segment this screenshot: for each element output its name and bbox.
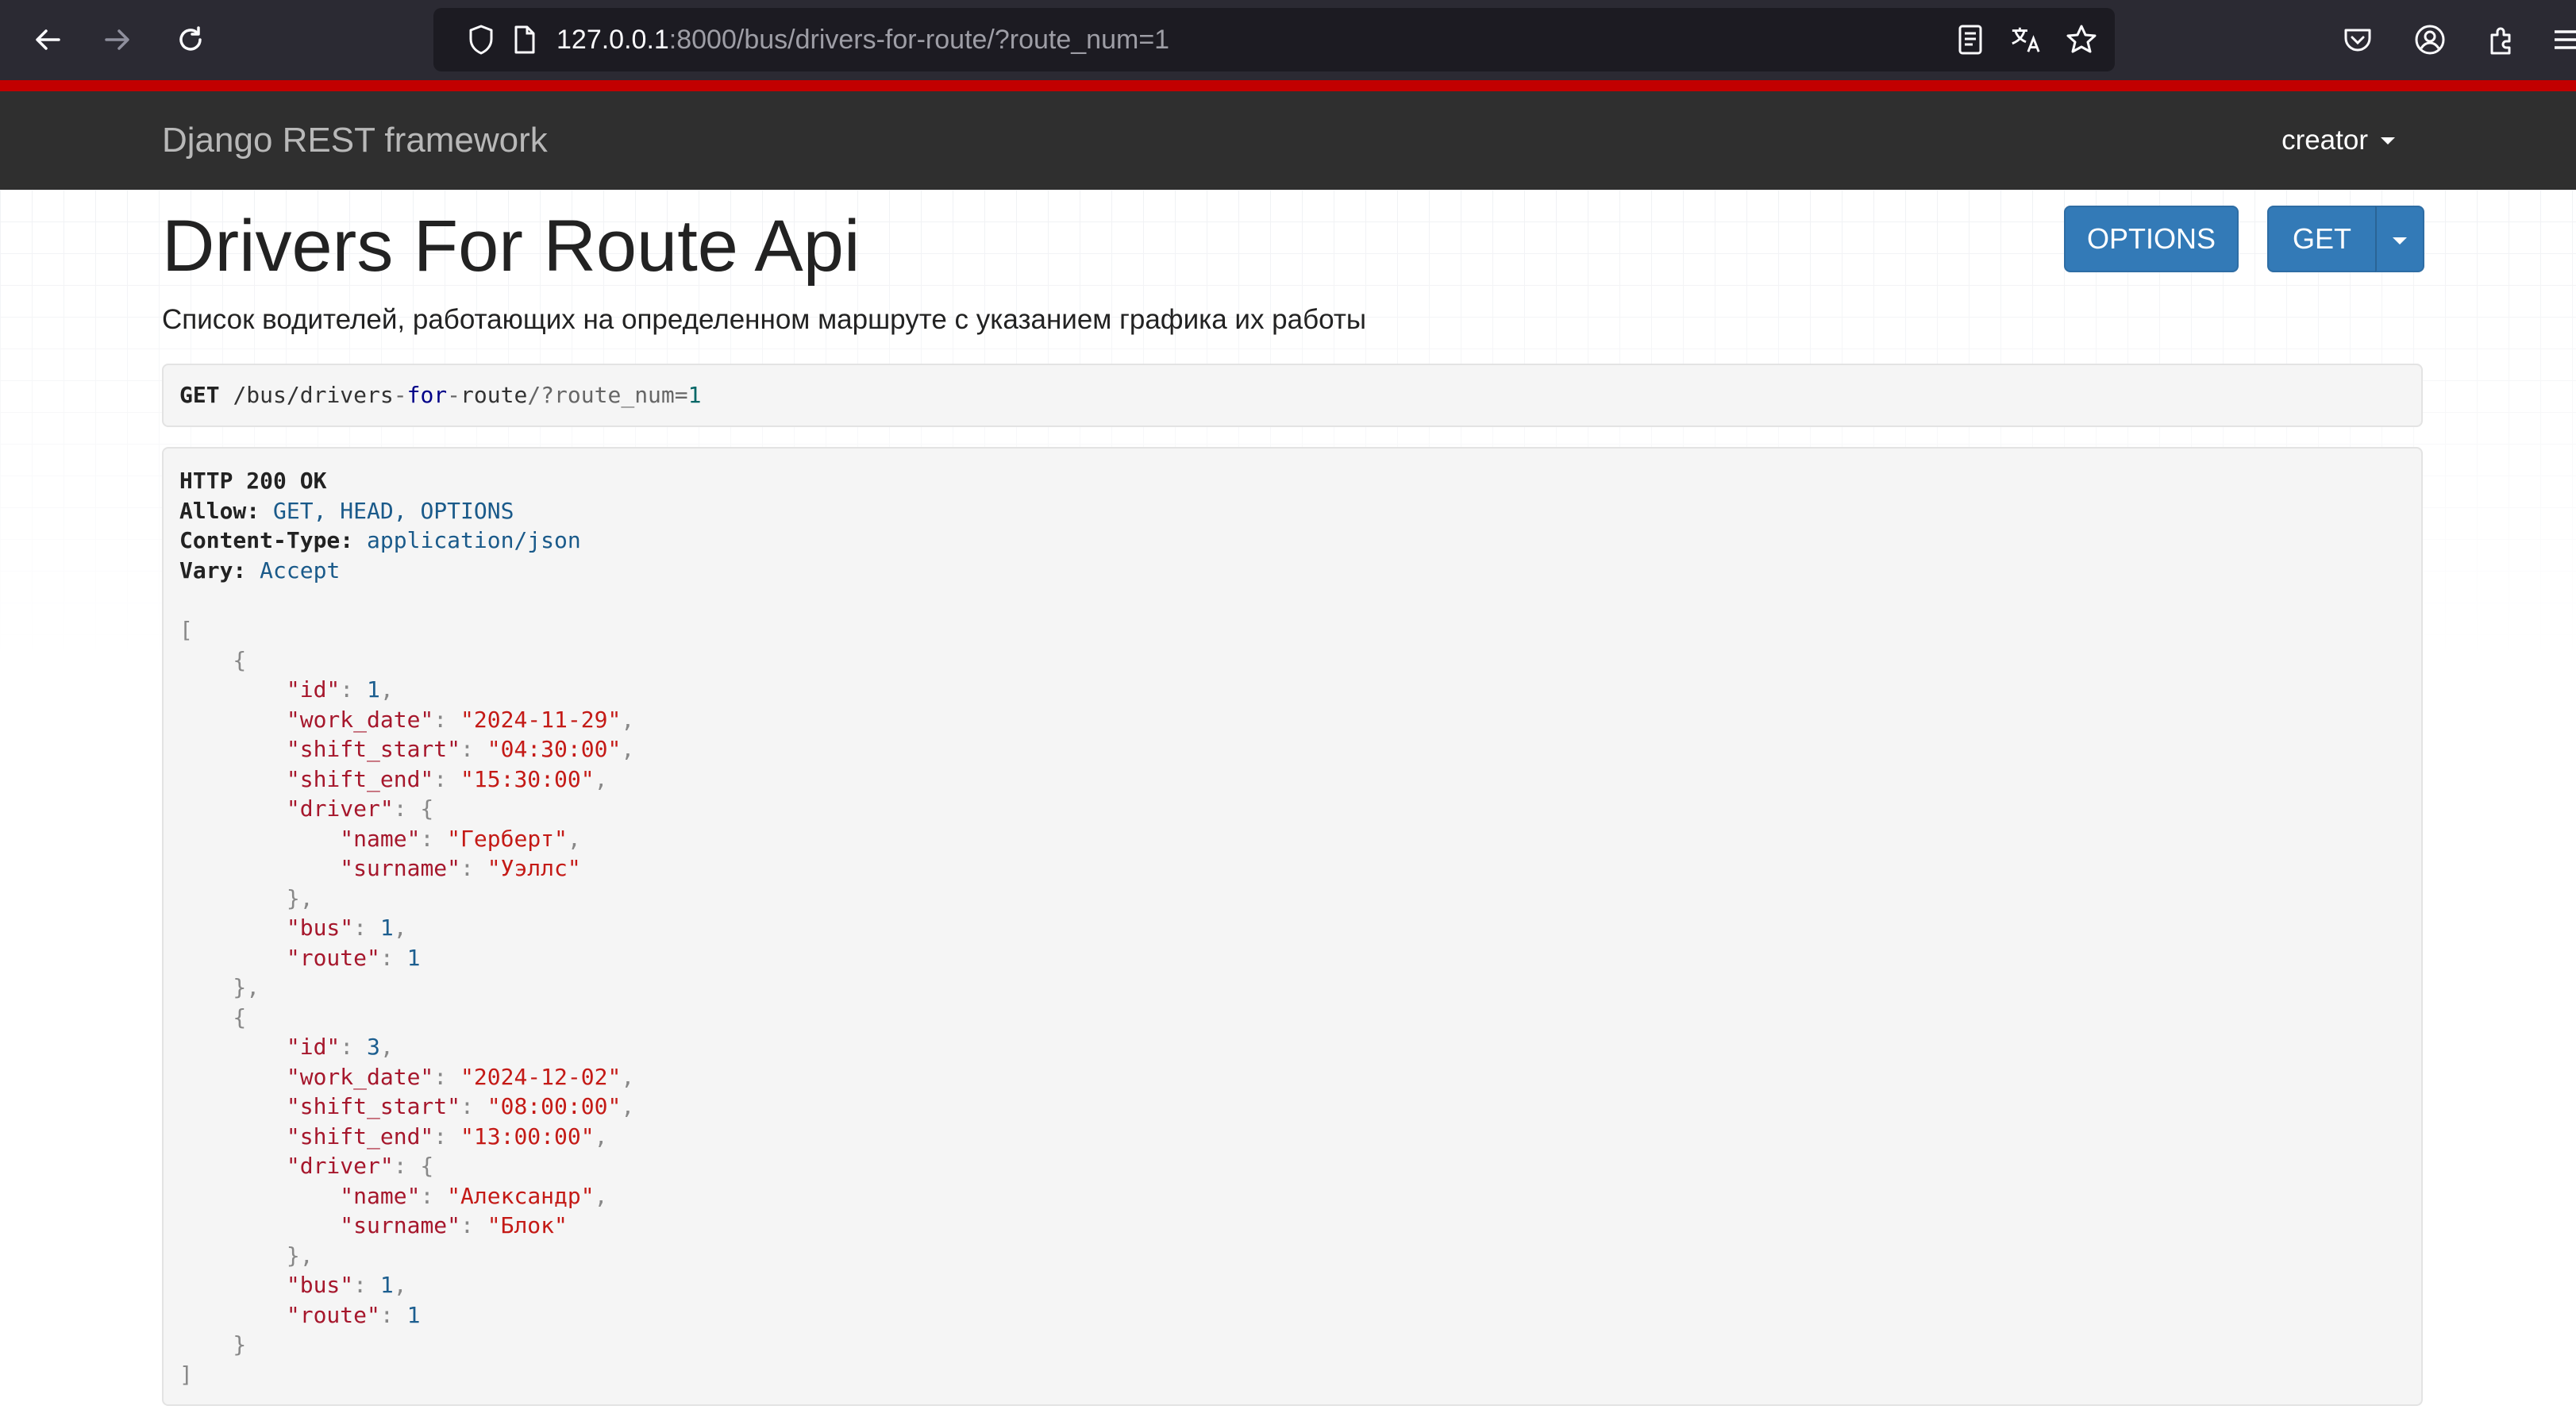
address-bar[interactable]: 127.0.0.1:8000/bus/drivers-for-route/?ro… [433, 8, 2115, 71]
reader-view-icon[interactable] [1954, 24, 1986, 56]
star-icon[interactable] [2066, 24, 2097, 56]
response-headers: HTTP 200 OK Allow: GET, HEAD, OPTIONS Co… [179, 466, 581, 585]
translate-icon[interactable] [2010, 24, 2042, 56]
page-icon[interactable] [509, 24, 541, 56]
json-line: "shift_start": "04:30:00", [286, 736, 635, 762]
account-icon[interactable] [2412, 21, 2448, 58]
json-line: "surname": "Уэллс" [340, 855, 581, 881]
caret-down-icon [2393, 237, 2407, 245]
json-line: "surname": "Блок" [340, 1212, 568, 1238]
request-info: GET /bus/drivers-for-route/?route_num=1 [162, 364, 2423, 427]
page-description: Список водителей, работающих на определе… [162, 304, 1367, 335]
shield-icon[interactable] [465, 24, 497, 56]
pocket-icon[interactable] [2339, 21, 2376, 58]
response-body: [ { "id": 1, "work_date": "2024-11-29", … [179, 617, 635, 1388]
browser-toolbar: 127.0.0.1:8000/bus/drivers-for-route/?ro… [0, 0, 2576, 80]
json-line: "route": 1 [286, 1301, 421, 1328]
request-method: GET [179, 382, 220, 408]
get-format-dropdown-button[interactable] [2375, 206, 2424, 272]
response-status: HTTP 200 OK [179, 468, 327, 494]
header-line: Content-Type: application/json [179, 527, 581, 553]
brand-link[interactable]: Django REST framework [162, 91, 548, 190]
json-line: "driver": { [286, 1153, 434, 1179]
extensions-icon[interactable] [2483, 21, 2520, 58]
page-title: Drivers For Route Api [162, 206, 861, 287]
navbar: Django REST framework creator [0, 91, 2576, 190]
json-line: "shift_start": "08:00:00", [286, 1093, 635, 1119]
header-line: Vary: Accept [179, 557, 341, 583]
reload-icon[interactable] [168, 17, 213, 62]
get-button[interactable]: GET [2267, 206, 2377, 272]
options-button[interactable]: OPTIONS [2064, 206, 2239, 272]
menu-icon[interactable] [2550, 21, 2576, 58]
user-name: creator [2281, 125, 2368, 156]
json-line: "work_date": "2024-11-29", [286, 706, 635, 733]
caret-down-icon [2381, 137, 2395, 144]
json-line: "work_date": "2024-12-02", [286, 1063, 635, 1090]
json-line: "shift_end": "15:30:00", [286, 765, 608, 792]
json-line: "route": 1 [286, 944, 421, 971]
request-line: GET /bus/drivers-for-route/?route_num=1 [179, 382, 702, 408]
json-line: "id": 3, [286, 1034, 394, 1060]
json-line: "id": 1, [286, 676, 394, 703]
url-text[interactable]: 127.0.0.1:8000/bus/drivers-for-route/?ro… [556, 8, 1169, 71]
toolbar-accent-strip [0, 80, 2576, 91]
json-line: "driver": { [286, 795, 434, 822]
header-line: Allow: GET, HEAD, OPTIONS [179, 497, 514, 524]
json-line: "bus": 1, [286, 915, 407, 941]
json-line: "name": "Александр", [340, 1182, 608, 1209]
response-info: HTTP 200 OK Allow: GET, HEAD, OPTIONS Co… [162, 447, 2423, 1406]
forward-arrow-icon[interactable] [95, 17, 140, 62]
user-dropdown[interactable]: creator [2281, 91, 2395, 190]
json-line: "shift_end": "13:00:00", [286, 1123, 608, 1150]
json-line: "bus": 1, [286, 1272, 407, 1298]
back-arrow-icon[interactable] [25, 17, 70, 62]
json-line: "name": "Герберт", [340, 825, 581, 852]
